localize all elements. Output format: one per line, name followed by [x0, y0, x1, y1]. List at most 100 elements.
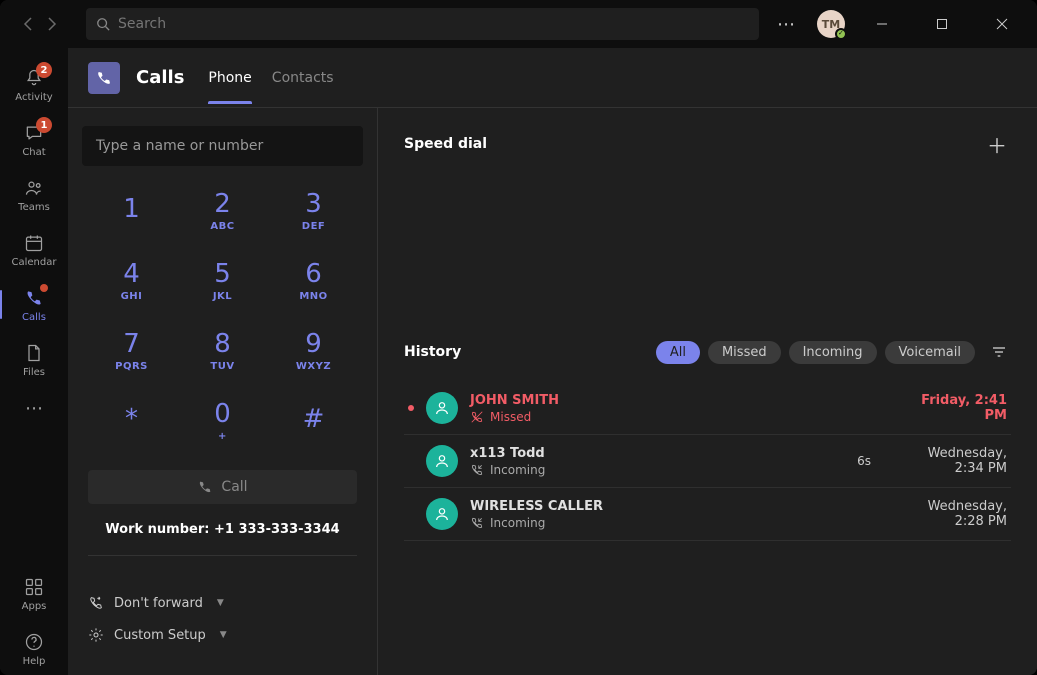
- key-digit: 3: [305, 191, 322, 217]
- dialpad-key-star[interactable]: *: [88, 388, 175, 454]
- header-tabs: Phone Contacts: [208, 52, 333, 104]
- filter-all[interactable]: All: [656, 341, 700, 364]
- speed-dial-header: Speed dial ＋: [404, 128, 1011, 160]
- contact-name: JOHN SMITH: [470, 393, 885, 408]
- rail-label: Calendar: [12, 257, 57, 268]
- rail-apps[interactable]: Apps: [0, 567, 68, 620]
- minimize-button[interactable]: [859, 8, 905, 40]
- tab-contacts[interactable]: Contacts: [272, 52, 334, 104]
- call-label: Call: [221, 479, 247, 495]
- calendar-icon: [22, 231, 46, 255]
- back-button[interactable]: [18, 14, 38, 34]
- call-status: Missed: [470, 410, 885, 424]
- rail-help[interactable]: Help: [0, 622, 68, 675]
- dialpad-key-7[interactable]: 7PQRS: [88, 318, 175, 384]
- search-bar[interactable]: [86, 8, 759, 40]
- history-section: History All Missed Incoming Voicemail: [404, 336, 1011, 541]
- key-digit: 4: [123, 261, 140, 287]
- rail-files[interactable]: Files: [0, 333, 68, 386]
- user-avatar[interactable]: TM: [817, 10, 845, 38]
- app-window: ⋯ TM 2 Activity: [0, 0, 1037, 675]
- more-icon: ⋯: [22, 396, 46, 420]
- dialpad-key-0[interactable]: 0+: [179, 388, 266, 454]
- history-row[interactable]: WIRELESS CALLER Incoming Wednesday, 2:28…: [404, 488, 1011, 541]
- teams-icon: [22, 176, 46, 200]
- custom-setup[interactable]: Custom Setup ▼: [88, 619, 357, 651]
- files-icon: [22, 341, 46, 365]
- rail-teams[interactable]: Teams: [0, 168, 68, 221]
- filter-icon[interactable]: [987, 340, 1011, 364]
- dial-input[interactable]: Type a name or number: [82, 126, 363, 166]
- key-digit: 5: [214, 261, 231, 287]
- chat-badge: 1: [36, 117, 52, 133]
- call-time: Wednesday, 2:34 PM: [897, 446, 1007, 476]
- titlebar: ⋯ TM: [0, 0, 1037, 48]
- history-filters: All Missed Incoming Voicemail: [656, 340, 1011, 364]
- search-input[interactable]: [118, 16, 749, 32]
- contact-name: x113 Todd: [470, 446, 845, 461]
- status-text: Missed: [490, 410, 531, 424]
- dialpad-key-3[interactable]: 3DEF: [270, 178, 357, 244]
- call-time: Wednesday, 2:28 PM: [897, 499, 1007, 529]
- dialpad-key-5[interactable]: 5 JKL: [179, 248, 266, 314]
- forward-button[interactable]: [42, 14, 62, 34]
- dialpad-key-4[interactable]: 4 GHI: [88, 248, 175, 314]
- maximize-button[interactable]: [919, 8, 965, 40]
- rail-label: Teams: [18, 202, 50, 213]
- dialpad-key-1[interactable]: 1: [88, 178, 175, 244]
- key-letters: GHI: [121, 291, 143, 302]
- rail-label: Apps: [22, 601, 47, 612]
- rail-label: Files: [23, 367, 45, 378]
- history-list: JOHN SMITH Missed Friday, 2:41 PM: [404, 382, 1011, 541]
- history-row[interactable]: JOHN SMITH Missed Friday, 2:41 PM: [404, 382, 1011, 435]
- history-info: JOHN SMITH Missed: [470, 393, 885, 424]
- search-icon: [96, 17, 110, 31]
- rail-more[interactable]: ⋯: [0, 388, 68, 428]
- filter-missed[interactable]: Missed: [708, 341, 781, 364]
- dialpad: 1 2ABC 3DEF 4 GHI 5 JKL 6MNO 7PQRS 8TUV 9W…: [82, 178, 363, 454]
- rail-calls[interactable]: Calls: [0, 278, 68, 331]
- key-digit: 0: [214, 401, 231, 427]
- key-digit: #: [303, 406, 325, 432]
- apps-icon: [22, 575, 46, 599]
- key-letters: ABC: [210, 221, 234, 232]
- gear-icon: [88, 627, 104, 643]
- call-button[interactable]: Call: [88, 470, 357, 504]
- speed-dial-title: Speed dial: [404, 136, 487, 152]
- dialpad-key-6[interactable]: 6MNO: [270, 248, 357, 314]
- page-header: Calls Phone Contacts: [68, 48, 1037, 108]
- filter-voicemail[interactable]: Voicemail: [885, 341, 975, 364]
- close-button[interactable]: [979, 8, 1025, 40]
- contact-name: WIRELESS CALLER: [470, 499, 885, 514]
- rail-label: Help: [23, 656, 46, 667]
- forward-icon: [88, 595, 104, 611]
- titlebar-controls: ⋯ TM: [769, 8, 1029, 40]
- calls-dot-badge: [40, 284, 48, 292]
- body: 2 Activity 1 Chat Teams: [0, 48, 1037, 675]
- dialpad-key-2[interactable]: 2ABC: [179, 178, 266, 244]
- help-icon: [22, 630, 46, 654]
- forward-setting[interactable]: Don't forward ▼: [88, 587, 357, 619]
- filter-incoming[interactable]: Incoming: [789, 341, 877, 364]
- calls-app-icon: [88, 62, 120, 94]
- rail-calendar[interactable]: Calendar: [0, 223, 68, 276]
- more-button[interactable]: ⋯: [769, 10, 803, 39]
- key-digit: 7: [123, 331, 140, 357]
- dialpad-key-8[interactable]: 8TUV: [179, 318, 266, 384]
- rail-chat[interactable]: 1 Chat: [0, 113, 68, 166]
- call-duration: 6s: [857, 454, 871, 468]
- dialpad-key-hash[interactable]: #: [270, 388, 357, 454]
- tab-phone[interactable]: Phone: [208, 52, 251, 104]
- dialpad-key-9[interactable]: 9WXYZ: [270, 318, 357, 384]
- contact-avatar: [426, 445, 458, 477]
- key-letters: JKL: [213, 291, 232, 302]
- missed-call-icon: [470, 410, 484, 424]
- rail-activity[interactable]: 2 Activity: [0, 58, 68, 111]
- history-row[interactable]: x113 Todd Incoming 6s Wednes: [404, 435, 1011, 488]
- forward-label: Don't forward: [114, 596, 203, 611]
- add-speed-dial-button[interactable]: ＋: [983, 130, 1011, 158]
- key-digit: 8: [214, 331, 231, 357]
- rail-label: Calls: [22, 312, 46, 323]
- rail-label: Activity: [15, 92, 52, 103]
- chevron-down-icon: ▼: [217, 598, 224, 608]
